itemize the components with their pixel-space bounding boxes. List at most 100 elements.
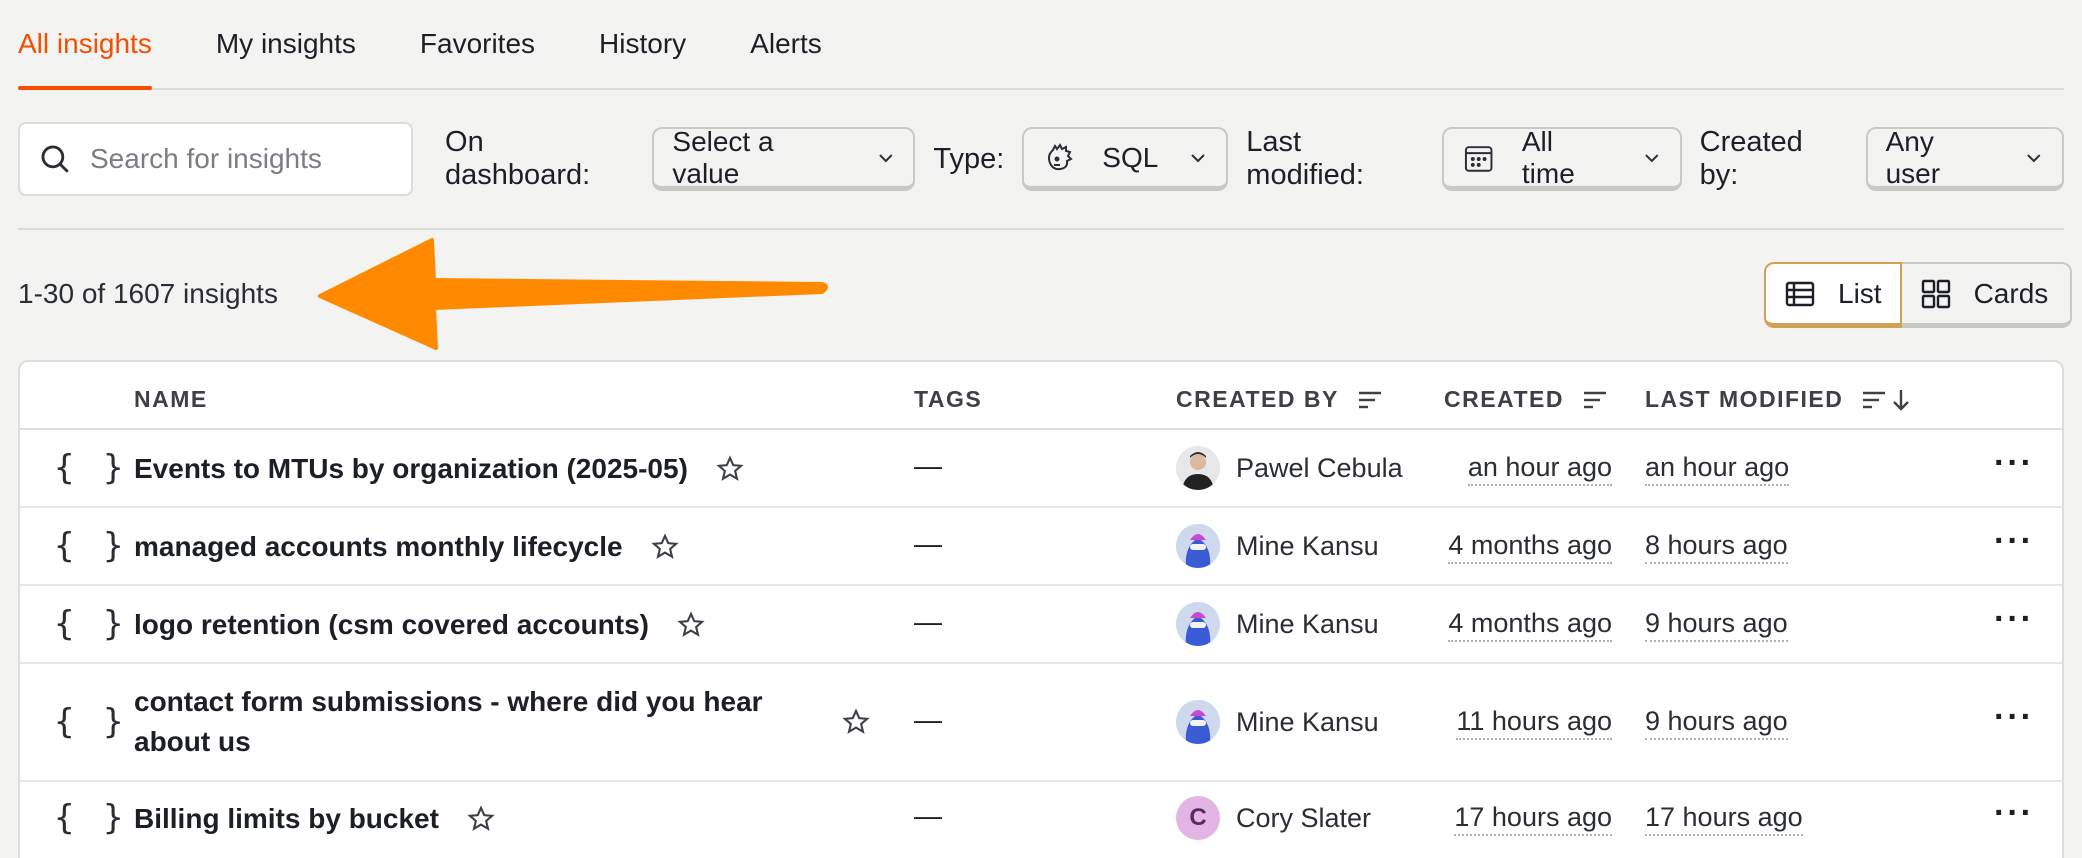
insight-name-line-1[interactable]: contact form submissions - where did you… (134, 682, 763, 722)
table-row[interactable]: { } logo retention (csm covered accounts… (20, 586, 2062, 664)
annotation-arrow-icon (318, 238, 828, 350)
arrow-down-icon (1893, 389, 1910, 411)
star-icon[interactable] (677, 611, 705, 639)
column-created[interactable]: CREATED (1444, 386, 1608, 413)
type-filter-label: Type: (933, 142, 1005, 175)
insight-name[interactable]: Billing limits by bucket (134, 799, 439, 839)
created-by-select-value: Any user (1885, 125, 1941, 189)
chevron-down-icon (2027, 153, 2041, 162)
star-icon[interactable] (467, 805, 495, 833)
insight-name[interactable]: Events to MTUs by organization (2025-05) (134, 449, 688, 489)
cards-view-button[interactable]: Cards (1901, 262, 2073, 328)
table-row[interactable]: { } contact form submissions - where did… (20, 664, 2062, 782)
star-icon[interactable] (650, 533, 679, 561)
tab-all-insights[interactable]: All insights (18, 28, 152, 90)
creator-name: Mine Kansu (1236, 530, 1379, 561)
modified-date: 9 hours ago (1645, 606, 1788, 642)
tab-favorites[interactable]: Favorites (420, 28, 535, 88)
modified-date: 8 hours ago (1645, 528, 1788, 564)
modified-select-value: All time (1521, 125, 1575, 189)
more-actions-icon[interactable]: ··· (1994, 698, 2034, 737)
hedgehog-avatar-icon (1176, 700, 1220, 744)
modified-filter-label: Last modified: (1246, 126, 1364, 191)
list-view-button[interactable]: List (1764, 262, 1902, 328)
creator-name: Pawel Cebula (1236, 452, 1403, 483)
type-select[interactable]: SQL (1022, 127, 1229, 191)
cards-view-label: Cards (1973, 277, 2049, 309)
user-photo-icon (1176, 446, 1220, 490)
column-last-modified[interactable]: LAST MODIFIED (1645, 386, 1911, 413)
created-date: 17 hours ago (1454, 800, 1612, 836)
search-input[interactable] (90, 143, 410, 175)
tab-my-insights[interactable]: My insights (216, 28, 356, 88)
insights-table: NAME TAGS CREATED BY CREATED LAST MODIFI… (18, 360, 2064, 858)
insight-name[interactable]: managed accounts monthly lifecycle (134, 527, 623, 567)
view-toggle: List Cards (1764, 262, 2073, 328)
more-actions-icon[interactable]: ··· (1994, 794, 2034, 833)
insight-name-line-2[interactable]: about us (134, 722, 251, 762)
avatar (1176, 446, 1220, 490)
modified-date: an hour ago (1645, 450, 1790, 486)
avatar (1176, 700, 1220, 744)
tags-empty: — (914, 606, 942, 637)
search-box[interactable] (18, 122, 414, 196)
created-by-select[interactable]: Any user (1865, 125, 2064, 191)
chevron-down-icon (1645, 153, 1659, 162)
list-view-label: List (1838, 277, 1882, 309)
avatar (1176, 602, 1220, 646)
sql-braces-icon: { } (54, 604, 128, 644)
creator-name: Mine Kansu (1236, 706, 1379, 737)
created-date: 4 months ago (1448, 606, 1612, 642)
dashboard-select[interactable]: Select a value (652, 125, 916, 191)
created-date: an hour ago (1467, 450, 1612, 486)
column-name[interactable]: NAME (134, 386, 208, 413)
sql-braces-icon: { } (54, 448, 128, 488)
table-row[interactable]: { } Events to MTUs by organization (2025… (20, 430, 2062, 508)
more-actions-icon[interactable]: ··· (1994, 522, 2034, 561)
insight-name[interactable]: logo retention (csm covered accounts) (134, 605, 649, 645)
sort-icon (1863, 391, 1886, 408)
star-icon[interactable] (842, 708, 870, 736)
sort-icon (1583, 391, 1606, 408)
sort-icon (1358, 391, 1381, 408)
tags-empty: — (914, 450, 942, 481)
calendar-icon (1465, 145, 1493, 172)
insight-count: 1-30 of 1607 insights (18, 278, 278, 309)
creator-name: Mine Kansu (1236, 608, 1379, 639)
tags-empty: — (914, 800, 942, 831)
filter-divider (18, 228, 2064, 230)
hedgehog-avatar-icon (1176, 602, 1220, 646)
column-tags: TAGS (914, 386, 983, 412)
chevron-down-icon (1191, 153, 1206, 162)
tags-empty: — (914, 704, 942, 735)
table-row[interactable]: { } managed accounts monthly lifecycle —… (20, 508, 2062, 586)
chevron-down-icon (878, 153, 893, 162)
star-icon[interactable] (716, 455, 744, 483)
avatar (1176, 524, 1220, 568)
sql-braces-icon: { } (54, 526, 128, 566)
more-actions-icon[interactable]: ··· (1994, 600, 2034, 639)
modified-date: 9 hours ago (1645, 704, 1788, 740)
creator-name: Cory Slater (1236, 802, 1372, 833)
grid-icon (1921, 279, 1950, 308)
tags-empty: — (914, 528, 942, 559)
filter-bar: On dashboard: Select a value Type: SQL L… (18, 122, 2064, 196)
search-icon (41, 145, 69, 173)
column-created-by[interactable]: CREATED BY (1176, 386, 1383, 413)
avatar-initial: C (1189, 804, 1207, 831)
tab-alerts[interactable]: Alerts (750, 28, 822, 88)
created-date: 4 months ago (1448, 528, 1612, 564)
created-date: 11 hours ago (1456, 704, 1612, 740)
dashboard-select-value: Select a value (672, 125, 774, 189)
table-header: NAME TAGS CREATED BY CREATED LAST MODIFI… (20, 362, 2062, 430)
sql-braces-icon: { } (54, 702, 128, 742)
modified-date: 17 hours ago (1645, 800, 1803, 836)
table-row[interactable]: { } Billing limits by bucket — C Cory Sl… (20, 782, 2062, 858)
modified-select[interactable]: All time (1442, 125, 1682, 191)
more-actions-icon[interactable]: ··· (1994, 444, 2034, 483)
hedgehog-avatar-icon (1176, 524, 1220, 568)
sql-hedgehog-icon (1048, 142, 1073, 170)
avatar: C (1176, 796, 1220, 840)
created-by-filter-label: Created by: (1699, 126, 1803, 191)
tab-history[interactable]: History (599, 28, 686, 88)
